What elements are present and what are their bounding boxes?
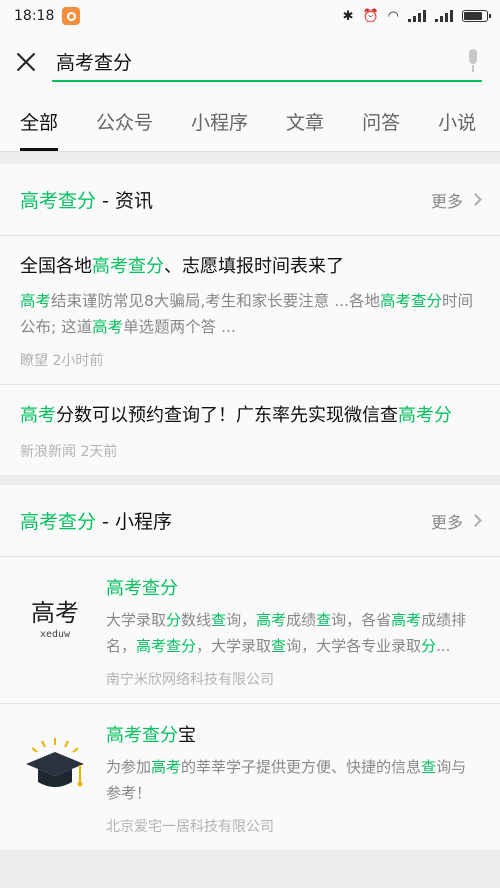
mini-program-item[interactable]: 高考 xeduw 高考查分 大学录取分数线查询，高考成绩查询，各省高考成绩排名，… bbox=[0, 557, 500, 704]
gaokao-logo-icon: 高考 xeduw bbox=[20, 585, 90, 655]
tab-official-accounts[interactable]: 公众号 bbox=[96, 92, 153, 151]
news-item-snippet: 高考结束谨防常见8大骗局,考生和家长要注意 ...各地高考查分时间公布; 这道高… bbox=[20, 292, 474, 336]
status-bar: 18:18 ✱ ⏰ ◠ bbox=[0, 0, 500, 32]
search-field[interactable] bbox=[52, 42, 482, 82]
mini-program-more-button[interactable]: 更多 bbox=[431, 509, 482, 533]
battery-icon bbox=[462, 10, 491, 22]
mini-program-item[interactable]: 高考查分宝 为参加高考的莘莘学子提供更方便、快捷的信息查询与参考！ 北京爱宅一居… bbox=[0, 704, 500, 850]
news-more-button[interactable]: 更多 bbox=[431, 188, 482, 212]
svg-text:xeduw: xeduw bbox=[40, 629, 71, 640]
news-item-meta: 瞭望 2小时前 bbox=[20, 353, 104, 369]
app-notification-icon bbox=[62, 7, 81, 25]
signal-icon-2 bbox=[435, 10, 453, 22]
tab-mini-programs[interactable]: 小程序 bbox=[191, 92, 248, 151]
tab-articles[interactable]: 文章 bbox=[286, 92, 324, 151]
wifi-icon: ◠ bbox=[387, 8, 399, 24]
news-item[interactable]: 高考分数可以预约查询了！广东率先实现微信查高考分 新浪新闻 2天前 bbox=[0, 385, 500, 475]
graduation-cap-icon bbox=[20, 732, 90, 802]
microphone-icon[interactable] bbox=[466, 49, 480, 73]
mini-program-name: 高考查分 bbox=[106, 578, 178, 599]
mini-program-description: 大学录取分数线查询，高考成绩查询，各省高考成绩排名，高考查分，大学录取查询，大学… bbox=[106, 611, 467, 655]
news-section-title: 高考查分 - 资讯 bbox=[20, 190, 153, 212]
news-item[interactable]: 全国各地高考查分、志愿填报时间表来了 高考结束谨防常见8大骗局,考生和家长要注意… bbox=[0, 236, 500, 385]
search-tabs: 全部 公众号 小程序 文章 问答 小说 bbox=[0, 92, 500, 152]
close-icon[interactable] bbox=[14, 50, 38, 74]
clock: 18:18 bbox=[14, 8, 55, 24]
search-bar bbox=[0, 32, 500, 92]
search-input[interactable] bbox=[56, 50, 436, 72]
tab-novels[interactable]: 小说 bbox=[438, 92, 476, 151]
mini-program-name: 高考查分宝 bbox=[106, 725, 196, 746]
svg-text:高考: 高考 bbox=[31, 599, 79, 627]
news-section: 高考查分 - 资讯 更多 全国各地高考查分、志愿填报时间表来了 高考结束谨防常见… bbox=[0, 164, 500, 475]
alarm-icon: ⏰ bbox=[362, 8, 379, 24]
chevron-right-icon bbox=[469, 514, 482, 527]
news-item-title: 全国各地高考查分、志愿填报时间表来了 bbox=[20, 256, 344, 277]
mini-program-section-title: 高考查分 - 小程序 bbox=[20, 511, 172, 533]
mini-program-developer: 北京爱宅一居科技有限公司 bbox=[106, 819, 274, 835]
mini-program-description: 为参加高考的莘莘学子提供更方便、快捷的信息查询与参考！ bbox=[106, 758, 467, 802]
mini-program-developer: 南宁米欣网络科技有限公司 bbox=[106, 672, 274, 688]
news-item-title: 高考分数可以预约查询了！广东率先实现微信查高考分 bbox=[20, 405, 452, 426]
mini-program-section: 高考查分 - 小程序 更多 高考 xeduw 高考查分 大学录取分数线查询，高考… bbox=[0, 485, 500, 850]
news-item-meta: 新浪新闻 2天前 bbox=[20, 444, 118, 460]
bluetooth-icon: ✱ bbox=[342, 8, 354, 24]
chevron-right-icon bbox=[469, 193, 482, 206]
tab-all[interactable]: 全部 bbox=[20, 92, 59, 151]
tab-qa[interactable]: 问答 bbox=[362, 92, 400, 151]
signal-icon bbox=[408, 10, 426, 22]
